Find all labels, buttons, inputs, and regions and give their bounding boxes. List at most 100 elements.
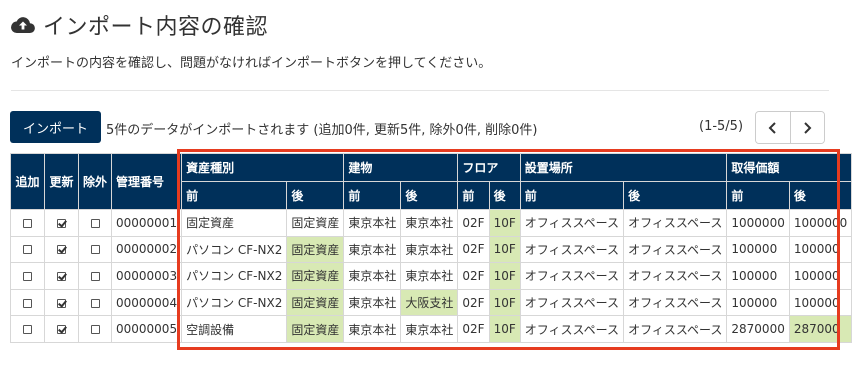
after-cell: オフィススペース: [623, 209, 728, 237]
after-cell: 10F: [488, 288, 521, 317]
page-count: (1-5/5): [699, 119, 744, 134]
code-cell: 00000005: [110, 315, 183, 343]
exclude-cell: [78, 288, 112, 317]
divider: [11, 90, 829, 91]
page-header: インポート内容の確認: [11, 10, 268, 40]
col-code: 管理番号: [110, 153, 183, 210]
before-cell: 東京本社: [343, 262, 402, 290]
after-cell: オフィススペース: [623, 315, 728, 343]
add-cell: [10, 262, 45, 290]
before-cell: 100000: [726, 262, 790, 290]
code-cell: 00000001: [110, 209, 183, 237]
col-price: 取得価額: [726, 153, 853, 182]
update-checkbox[interactable]: [57, 298, 66, 308]
col-before: 前: [457, 181, 490, 210]
col-after: 後: [623, 181, 728, 210]
after-cell: 大阪支社: [400, 288, 459, 317]
before-cell: 東京本社: [343, 235, 402, 264]
update-checkbox[interactable]: [57, 218, 66, 228]
col-after: 後: [400, 181, 459, 210]
col-before: 前: [181, 181, 288, 210]
before-cell: 02F: [457, 315, 490, 343]
before-cell: 02F: [457, 209, 490, 237]
add-checkbox[interactable]: [23, 218, 32, 228]
before-cell: 固定資産: [181, 209, 288, 237]
update-cell: [44, 209, 79, 237]
before-cell: 東京本社: [343, 315, 402, 343]
col-after: 後: [488, 181, 521, 210]
table-row: 00000001 固定資産 固定資産 東京本社 東京本社 02F 10F オフィススペース オフ…: [10, 209, 853, 237]
update-cell: [44, 315, 79, 343]
exclude-cell: [78, 262, 112, 290]
after-cell: 10F: [488, 315, 521, 343]
add-checkbox[interactable]: [23, 325, 32, 335]
before-cell: 02F: [457, 235, 490, 264]
before-cell: 東京本社: [343, 288, 402, 317]
code-cell: 00000002: [110, 235, 183, 264]
after-cell: 100000: [788, 235, 853, 264]
after-cell: オフィススペース: [623, 235, 728, 264]
before-cell: 東京本社: [343, 209, 402, 237]
next-page-button[interactable]: [789, 112, 824, 143]
code-cell: 00000003: [110, 262, 183, 290]
chevron-left-icon: [768, 121, 776, 134]
col-after: 後: [286, 181, 345, 210]
update-checkbox[interactable]: [57, 245, 66, 255]
add-cell: [10, 288, 45, 317]
import-button[interactable]: インポート: [10, 111, 101, 143]
add-checkbox[interactable]: [23, 245, 32, 255]
import-summary: 5件のデータがインポートされます (追加0件, 更新5件, 除外0件, 削除0件…: [106, 123, 538, 138]
before-cell: 2870000: [726, 315, 790, 343]
col-before: 前: [519, 181, 625, 210]
col-floor: フロア: [457, 153, 521, 182]
before-cell: オフィススペース: [519, 209, 625, 237]
before-cell: 100000: [726, 288, 790, 317]
exclude-cell: [78, 209, 112, 237]
after-cell: 固定資産: [286, 235, 345, 264]
after-cell: 東京本社: [400, 315, 459, 343]
add-checkbox[interactable]: [23, 298, 32, 308]
page-title: インポート内容の確認: [43, 15, 269, 40]
exclude-checkbox[interactable]: [90, 298, 100, 308]
pagination: [755, 111, 825, 144]
before-cell: 02F: [457, 262, 490, 290]
after-cell: 東京本社: [400, 209, 459, 237]
exclude-checkbox[interactable]: [90, 218, 100, 228]
add-checkbox[interactable]: [23, 271, 32, 281]
before-cell: オフィススペース: [519, 315, 625, 343]
prev-page-button[interactable]: [756, 112, 790, 143]
after-cell: 固定資産: [286, 209, 345, 237]
col-type: 資産種別: [181, 153, 345, 182]
col-before: 前: [343, 181, 402, 210]
code-cell: 00000004: [110, 288, 183, 317]
table-row: 00000002 パソコン CF-NX2 固定資産 東京本社 東京本社 02F 10F オフィ…: [10, 235, 853, 264]
before-cell: 100000: [726, 235, 790, 264]
page-description: インポートの内容を確認し、問題がなければインポートボタンを押してください。: [11, 56, 492, 71]
table-row: 00000004 パソコン CF-NX2 固定資産 東京本社 大阪支社 02F 10F オフィ…: [10, 288, 853, 317]
after-cell: 東京本社: [400, 262, 459, 290]
col-building: 建物: [343, 153, 459, 182]
after-cell: 10F: [488, 235, 521, 264]
after-cell: 固定資産: [286, 288, 345, 317]
update-checkbox[interactable]: [57, 325, 66, 335]
col-place: 設置場所: [519, 153, 728, 182]
exclude-checkbox[interactable]: [90, 245, 100, 255]
before-cell: パソコン CF-NX2: [181, 262, 288, 290]
update-cell: [44, 235, 79, 264]
exclude-checkbox[interactable]: [90, 271, 100, 281]
col-exclude: 除外: [78, 153, 112, 210]
table-row: 00000003 パソコン CF-NX2 固定資産 東京本社 東京本社 02F 10F オフィ…: [10, 262, 853, 290]
chevron-right-icon: [804, 121, 812, 134]
update-cell: [44, 262, 79, 290]
exclude-checkbox[interactable]: [90, 325, 100, 335]
add-cell: [10, 235, 45, 264]
after-cell: オフィススペース: [623, 262, 728, 290]
after-cell: 10F: [488, 262, 521, 290]
after-cell: 固定資産: [286, 315, 345, 343]
before-cell: パソコン CF-NX2: [181, 235, 288, 264]
update-cell: [44, 288, 79, 317]
after-cell: 東京本社: [400, 235, 459, 264]
before-cell: 1000000: [726, 209, 790, 237]
update-checkbox[interactable]: [57, 271, 66, 281]
before-cell: オフィススペース: [519, 235, 625, 264]
